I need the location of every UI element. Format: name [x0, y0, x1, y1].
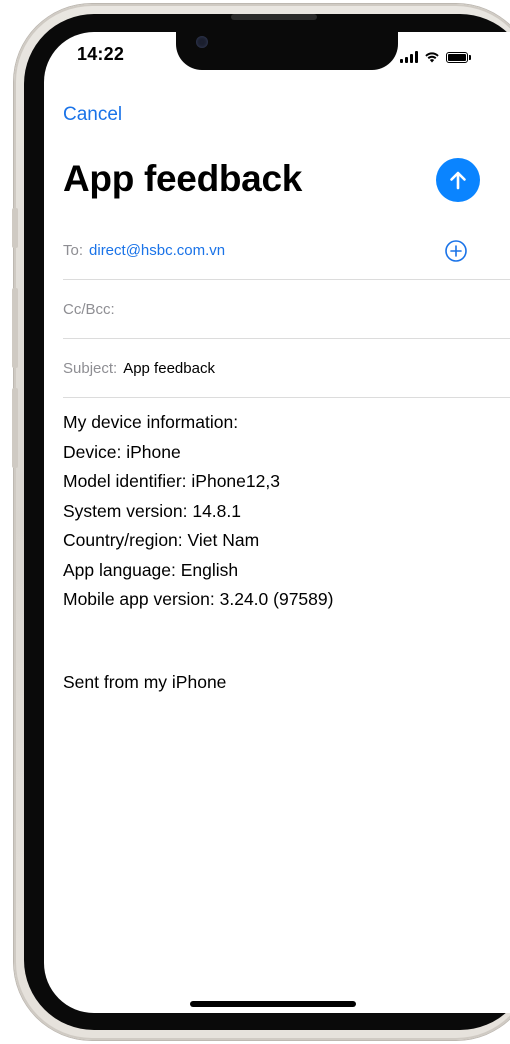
volume-down-button: [12, 388, 18, 468]
home-indicator[interactable]: [190, 1001, 356, 1007]
arrow-up-icon: [450, 171, 466, 190]
battery-icon: [446, 52, 471, 63]
front-camera: [196, 36, 208, 48]
cc-bcc-field[interactable]: Cc/Bcc:: [63, 280, 510, 339]
body-line: System version: 14.8.1: [63, 500, 241, 521]
plus-circle-icon[interactable]: [444, 239, 468, 263]
earpiece-speaker: [231, 14, 317, 20]
compose-title: App feedback: [63, 158, 303, 199]
status-icons: [400, 47, 471, 63]
email-signature: Sent from my iPhone: [63, 672, 227, 692]
subject-label: Subject:: [63, 359, 118, 377]
message-body[interactable]: My device information: Device: iPhone Mo…: [63, 408, 333, 615]
volume-up-button: [12, 288, 18, 368]
subject-field[interactable]: Subject: App feedback: [63, 339, 510, 398]
cancel-button[interactable]: Cancel: [63, 104, 122, 126]
mute-switch: [12, 208, 18, 248]
wifi-icon: [425, 52, 439, 63]
status-bar-time: 14:22: [77, 44, 125, 64]
send-button[interactable]: [436, 158, 480, 202]
notch: [176, 32, 398, 70]
body-line: Device: iPhone: [63, 441, 181, 462]
to-label: To:: [63, 241, 84, 259]
body-line: Model identifier: iPhone12,3: [63, 471, 280, 491]
device-screenshot: 14:22 Cancel App feedback To: direct@hsb…: [0, 0, 510, 1044]
body-line: Mobile app version: 3.24.0 (97589): [63, 589, 334, 609]
body-line: Country/region: Viet Nam: [63, 530, 260, 550]
subject-value[interactable]: App feedback: [123, 360, 215, 377]
to-recipient[interactable]: direct@hsbc.com.vn: [89, 242, 225, 259]
cellular-signal-icon: [400, 51, 418, 63]
cc-bcc-label: Cc/Bcc:: [63, 300, 115, 318]
to-field[interactable]: To: direct@hsbc.com.vn: [63, 221, 510, 280]
body-line: App language: English: [63, 559, 239, 580]
body-line: My device information:: [63, 412, 239, 432]
